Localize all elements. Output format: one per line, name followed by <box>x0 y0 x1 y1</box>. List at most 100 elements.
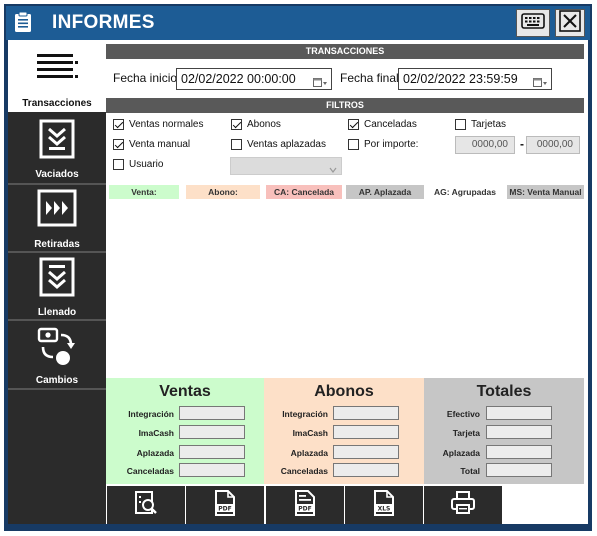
ventas-integracion-field <box>179 406 245 420</box>
totales-tarjeta-label: Tarjeta <box>452 428 480 438</box>
abonos-integracion-label: Integración <box>282 409 328 419</box>
fecha-inicio-value: 02/02/2022 00:00:00 <box>181 72 296 86</box>
legend-venta-manual: MS: Venta Manual <box>507 185 584 199</box>
triple-chevron-right-icon <box>37 183 77 232</box>
totales-panel: Totales Efectivo Tarjeta Aplazada Total <box>424 378 584 484</box>
checkbox-unchecked <box>455 119 466 130</box>
checkbox-checked <box>348 119 359 130</box>
calendar-dropdown-icon[interactable] <box>313 74 327 87</box>
checkbox-checked <box>113 139 124 150</box>
checkbox-checked <box>231 119 242 130</box>
transactions-list[interactable] <box>106 200 584 377</box>
totales-aplazada-label: Aplazada <box>442 448 480 458</box>
checkbox-checked <box>113 119 124 130</box>
sidebar-item-label: Cambios <box>35 375 79 386</box>
legend-aplazada: AP. Aplazada <box>346 185 424 199</box>
ventas-imacash-label: ImaCash <box>138 428 174 438</box>
menu-lines-icon <box>35 40 79 89</box>
checkbox-label: Tarjetas <box>471 119 507 130</box>
canceladas-checkbox[interactable]: Canceladas <box>348 119 417 130</box>
abonos-imacash-field <box>333 425 399 439</box>
chevron-down-icon <box>329 161 337 179</box>
checkbox-label: Ventas aplazadas <box>247 139 326 150</box>
sidebar-item-vaciados[interactable]: Vaciados <box>8 113 106 183</box>
usuario-checkbox[interactable]: Usuario <box>113 159 163 170</box>
checkbox-label: Usuario <box>129 159 164 170</box>
sidebar-item-retiradas[interactable]: Retiradas <box>8 183 106 253</box>
fecha-inicio-label: Fecha inicio <box>113 71 178 85</box>
fecha-final-value: 02/02/2022 23:59:59 <box>403 72 518 86</box>
fecha-inicio-field[interactable]: 02/02/2022 00:00:00 <box>176 68 332 90</box>
search-doc-icon <box>133 490 159 521</box>
ventas-panel: Ventas Integración ImaCash Aplazada Canc… <box>106 378 264 484</box>
abonos-canceladas-field <box>333 463 399 477</box>
usuario-select[interactable] <box>230 157 342 175</box>
sidebar-item-label: Vaciados <box>35 169 79 180</box>
abonos-imacash-label: ImaCash <box>292 428 328 438</box>
export-pdf-detail-button[interactable]: PDF <box>266 486 344 524</box>
abonos-aplazada-label: Aplazada <box>290 448 328 458</box>
checkbox-label: Ventas normales <box>129 119 204 130</box>
export-pdf-button[interactable]: PDF <box>186 486 264 524</box>
export-xls-button[interactable]: XLS <box>345 486 423 524</box>
transacciones-header: TRANSACCIONES <box>106 44 584 59</box>
abonos-title: Abonos <box>314 383 374 400</box>
exchange-icon <box>35 319 79 374</box>
ventas-title: Ventas <box>159 383 211 400</box>
legend-cancelada: CA: Cancelada <box>266 185 342 199</box>
ventas-aplazadas-checkbox[interactable]: Ventas aplazadas <box>231 139 326 150</box>
sidebar-item-label: Transacciones <box>22 98 92 109</box>
keyboard-button[interactable] <box>516 9 550 37</box>
preview-button[interactable] <box>107 486 185 524</box>
legend-agrupadas: AG: Agrupadas <box>426 185 504 199</box>
clipboard-icon <box>14 11 32 38</box>
ventas-canceladas-field <box>179 463 245 477</box>
totales-title: Totales <box>476 383 532 400</box>
venta-manual-checkbox[interactable]: Venta manual <box>113 139 190 150</box>
totales-efectivo-label: Efectivo <box>446 409 480 419</box>
checkbox-unchecked <box>113 159 124 170</box>
pdf-list-icon: PDF <box>293 489 317 522</box>
totales-aplazada-field <box>486 445 552 459</box>
checkbox-label: Por importe: <box>364 139 419 150</box>
por-importe-checkbox[interactable]: Por importe: <box>348 139 418 150</box>
abonos-checkbox[interactable]: Abonos <box>231 119 281 130</box>
sidebar-item-transacciones[interactable]: Transacciones <box>8 40 106 112</box>
totales-tarjeta-field <box>486 425 552 439</box>
tarjetas-checkbox[interactable]: Tarjetas <box>455 119 506 130</box>
legend-venta: Venta: <box>109 185 179 199</box>
svg-text:PDF: PDF <box>218 505 231 512</box>
sidebar-item-cambios[interactable]: Cambios <box>8 319 106 389</box>
calendar-dropdown-icon[interactable] <box>533 74 547 87</box>
filtros-header: FILTROS <box>106 98 584 113</box>
abonos-integracion-field <box>333 406 399 420</box>
keyboard-icon <box>521 12 545 34</box>
chevron-down-box-icon <box>39 251 75 302</box>
svg-text:PDF: PDF <box>298 505 311 512</box>
importe-separator: - <box>520 137 524 151</box>
legend-abono: Abono: <box>186 185 260 199</box>
close-icon <box>559 9 581 37</box>
ventas-canceladas-label: Canceladas <box>126 466 174 476</box>
fecha-final-field[interactable]: 02/02/2022 23:59:59 <box>398 68 552 90</box>
xls-icon: XLS <box>372 489 396 522</box>
app-title: INFORMES <box>52 12 155 33</box>
checkbox-label: Venta manual <box>129 139 191 150</box>
print-button[interactable] <box>424 486 502 524</box>
abonos-canceladas-label: Canceladas <box>280 466 328 476</box>
totales-efectivo-field <box>486 406 552 420</box>
ventas-aplazada-label: Aplazada <box>136 448 174 458</box>
totales-total-label: Total <box>460 466 480 476</box>
svg-text:XLS: XLS <box>378 505 391 512</box>
checkbox-unchecked <box>231 139 242 150</box>
ventas-integracion-label: Integración <box>128 409 174 419</box>
close-button[interactable] <box>555 9 585 37</box>
checkbox-label: Canceladas <box>364 119 417 130</box>
importe-hasta-field[interactable]: 0000,00 <box>526 136 580 154</box>
sidebar-item-label: Retiradas <box>34 239 80 250</box>
importe-desde-field[interactable]: 0000,00 <box>455 136 515 154</box>
checkbox-unchecked <box>348 139 359 150</box>
ventas-normales-checkbox[interactable]: Ventas normales <box>113 119 204 130</box>
sidebar-item-llenado[interactable]: Llenado <box>8 251 106 321</box>
double-chevron-down-icon <box>39 113 75 164</box>
